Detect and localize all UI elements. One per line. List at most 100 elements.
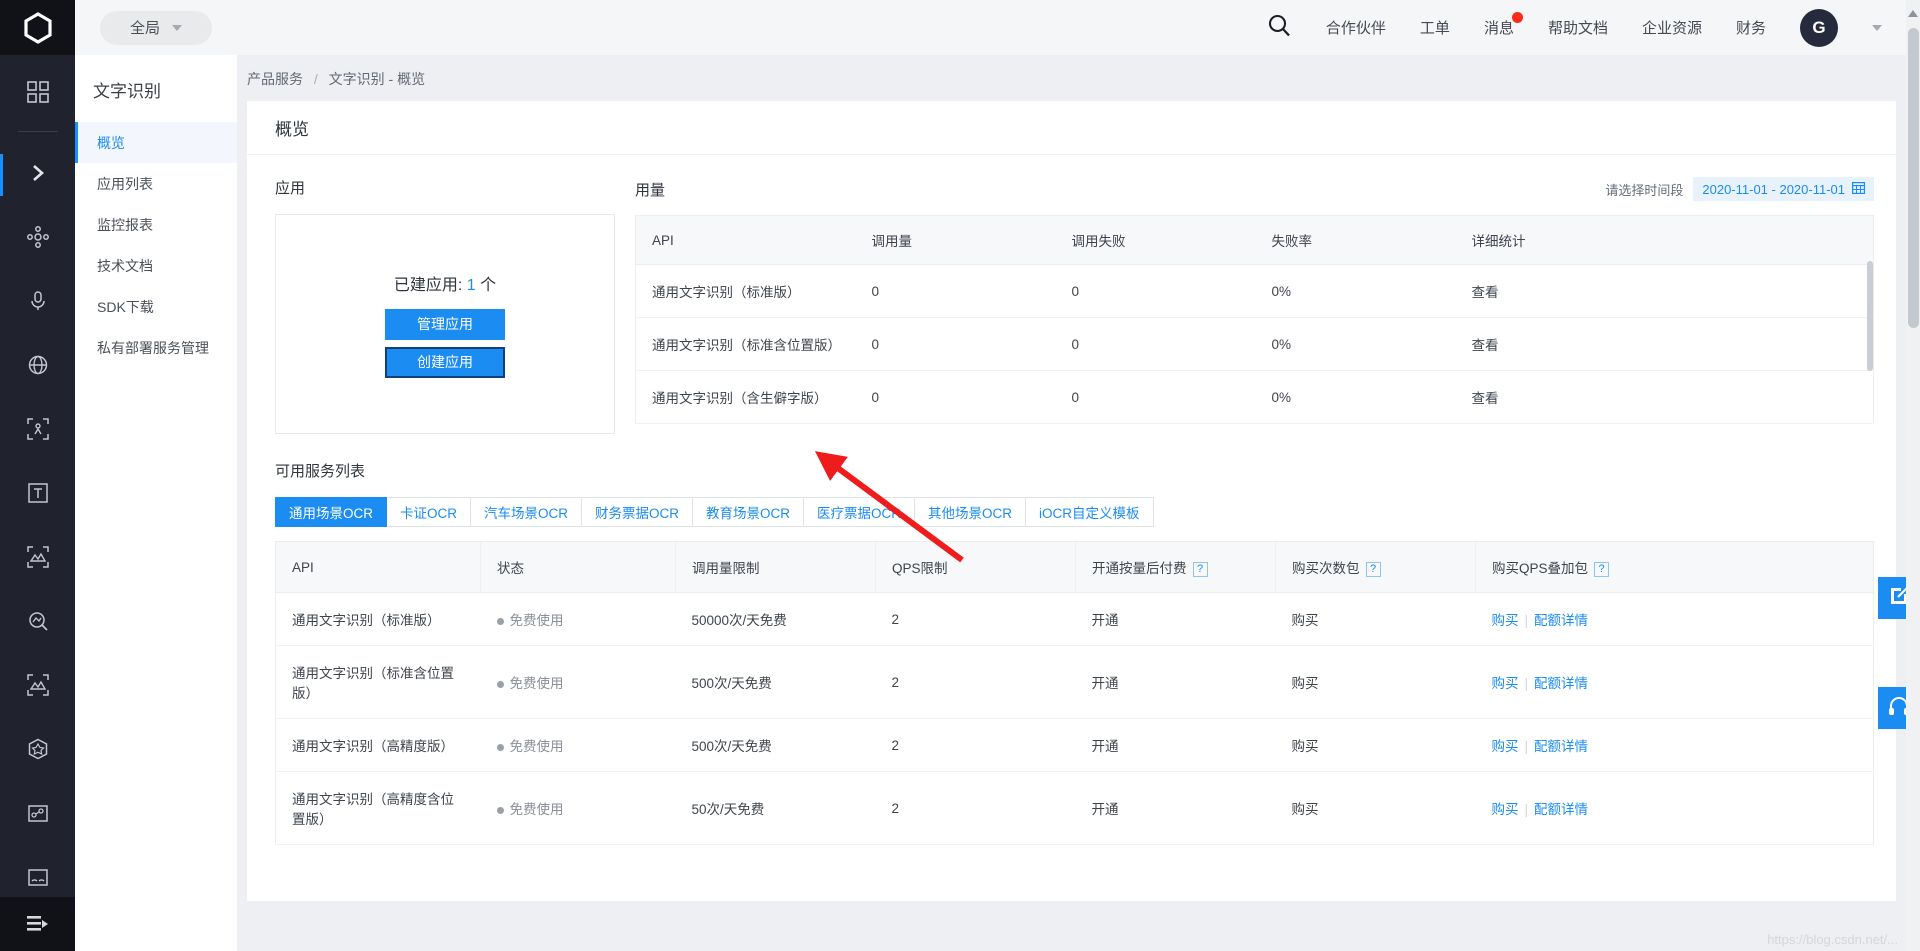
date-range-picker[interactable]: 2020-11-01 - 2020-11-01 [1693,177,1874,201]
top-link-finance[interactable]: 财务 [1736,17,1766,38]
breadcrumb-root[interactable]: 产品服务 [247,71,303,87]
svc-enable-postpaid-link[interactable]: 开通 [1075,718,1276,772]
secondary-sidebar: 文字识别 概览 应用列表 监控报表 技术文档 SDK下载 私有部署服务管理 [75,55,237,951]
table-row: 通用文字识别（高精度版） 免费使用 500次/天免费 2 开通 购买 购买 | 配额… [275,718,1874,772]
scroll-up-arrow-icon[interactable] [1908,10,1918,17]
svc-enable-postpaid-link[interactable]: 开通 [1075,645,1276,719]
svc-cell-quota: 50000次/天免费 [675,592,876,646]
svc-cell-api: 通用文字识别（标准版） [275,592,481,646]
svc-enable-postpaid-link[interactable]: 开通 [1075,592,1276,646]
rail-item-speech[interactable] [0,278,75,328]
svc-cell-qps: 2 [875,592,1076,646]
help-icon[interactable]: ? [1365,561,1381,577]
help-icon[interactable]: ? [1192,561,1208,577]
usage-cell-api: 通用文字识别（标准版） [635,264,856,318]
svc-buy-package-link[interactable]: 购买 [1275,645,1476,719]
svc-enable-postpaid-link[interactable]: 开通 [1075,771,1276,845]
rail-divider [17,131,58,132]
tab-card-ocr[interactable]: 卡证OCR [387,497,471,527]
sidebar-item-sdk-download[interactable]: SDK下载 [75,286,237,327]
usage-detail-link[interactable]: 查看 [1455,370,1874,424]
svc-cell-quota: 500次/天免费 [675,645,876,719]
sidebar-title: 文字识别 [93,82,161,101]
svc-buy-qps-link[interactable]: 购买 [1492,739,1519,754]
svc-quota-detail-link[interactable]: 配额详情 [1534,802,1588,817]
svc-buy-package-link[interactable]: 购买 [1275,771,1476,845]
create-application-button[interactable]: 创建应用 [385,346,505,378]
tab-general-ocr[interactable]: 通用场景OCR [275,497,387,527]
top-link-partners[interactable]: 合作伙伴 [1326,17,1386,38]
global-scope-selector[interactable]: 全局 [100,10,212,45]
globe-icon [27,354,49,381]
tab-finance-ocr[interactable]: 财务票据OCR [582,497,693,527]
svc-col-buy-package-label: 购买次数包 [1292,561,1360,576]
svc-cell-buy-qps: 购买 | 配额详情 [1475,718,1874,772]
usage-cell-calls: 0 [855,370,1056,424]
application-section-title: 应用 [275,180,306,197]
tab-vehicle-ocr[interactable]: 汽车场景OCR [471,497,582,527]
svc-cell-status: 免费使用 [480,592,676,646]
microphone-icon [27,290,49,317]
rail-item-image-scan[interactable] [0,534,75,584]
top-link-enterprise-resources[interactable]: 企业资源 [1642,17,1702,38]
search-icon[interactable] [1267,13,1292,43]
avatar[interactable]: G [1800,8,1838,47]
help-icon[interactable]: ? [1594,561,1610,577]
rail-item-text-recognition[interactable] [0,470,75,520]
rail-item-image-recognize[interactable] [0,662,75,712]
rail-item-nodes[interactable] [0,214,75,264]
tab-iocr-template[interactable]: iOCR自定义模板 [1026,497,1154,527]
usage-detail-link[interactable]: 查看 [1455,317,1874,371]
svc-quota-detail-link[interactable]: 配额详情 [1534,739,1588,754]
image-recognize-icon [26,673,49,701]
usage-table-scrollbar[interactable] [1867,261,1873,371]
rail-item-globe[interactable] [0,342,75,392]
svc-quota-detail-link[interactable]: 配额详情 [1534,613,1588,628]
top-link-help-docs[interactable]: 帮助文档 [1548,17,1608,38]
rail-item-cube-shield[interactable] [0,726,75,776]
sidebar-item-tech-docs[interactable]: 技术文档 [75,245,237,286]
status-badge: 免费使用 [509,739,564,754]
tab-education-ocr[interactable]: 教育场景OCR [693,497,804,527]
watermark: https://blog.csdn.net/... [1767,932,1898,947]
usage-detail-link[interactable]: 查看 [1455,264,1874,318]
avatar-chevron-down-icon[interactable] [1872,24,1882,31]
usage-cell-calls: 0 [855,317,1056,371]
svc-cell-qps: 2 [875,645,1076,719]
usage-cell-failures: 0 [1055,264,1256,318]
top-link-tickets[interactable]: 工单 [1420,17,1450,38]
svc-buy-qps-link[interactable]: 购买 [1492,676,1519,691]
cell-divider: | [1524,739,1529,754]
svc-buy-package-link[interactable]: 购买 [1275,592,1476,646]
application-count-label: 已建应用: [393,276,463,294]
sidebar-item-private-deploy[interactable]: 私有部署服务管理 [75,327,237,368]
rail-item-apps-grid[interactable] [0,69,75,119]
page-scrollbar-track[interactable] [1906,0,1920,951]
manage-application-button[interactable]: 管理应用 [385,308,505,340]
svc-buy-package-link[interactable]: 购买 [1275,718,1476,772]
rail-item-image-points[interactable] [0,790,75,840]
svc-quota-detail-link[interactable]: 配额详情 [1534,676,1588,691]
sidebar-item-app-list[interactable]: 应用列表 [75,163,237,204]
rail-item-expand[interactable] [0,150,75,200]
sidebar-item-overview[interactable]: 概览 [75,122,237,163]
collapse-sidebar-icon[interactable] [0,897,75,951]
top-link-messages[interactable]: 消息 [1484,12,1523,38]
status-badge: 免费使用 [509,613,564,628]
svc-buy-qps-link[interactable]: 购买 [1492,613,1519,628]
overview-panel: 概览 应用 已建应用: 1 个 管理应用 创建应用 用量 请选择时间段 2020… [247,101,1896,901]
tab-other-ocr[interactable]: 其他场景OCR [915,497,1026,527]
page-scrollbar-thumb[interactable] [1908,28,1919,328]
date-range-label: 请选择时间段 [1605,182,1684,198]
svc-col-quota: 调用量限制 [675,541,876,593]
usage-table-scroll: API 调用量 调用失败 失败率 详细统计 通用文字识别（标准版） 0 0 0%… [635,215,1874,424]
image-scan-icon [26,545,49,573]
svc-buy-qps-link[interactable]: 购买 [1492,802,1519,817]
rail-item-body-analysis[interactable] [0,406,75,456]
svc-col-api: API [275,541,481,593]
tab-medical-ocr[interactable]: 医疗票据OCR [804,497,915,527]
cube-logo-icon[interactable] [0,0,75,55]
sidebar-item-monitor-report[interactable]: 监控报表 [75,204,237,245]
application-count-unit: 个 [480,276,497,294]
rail-item-image-search[interactable] [0,598,75,648]
